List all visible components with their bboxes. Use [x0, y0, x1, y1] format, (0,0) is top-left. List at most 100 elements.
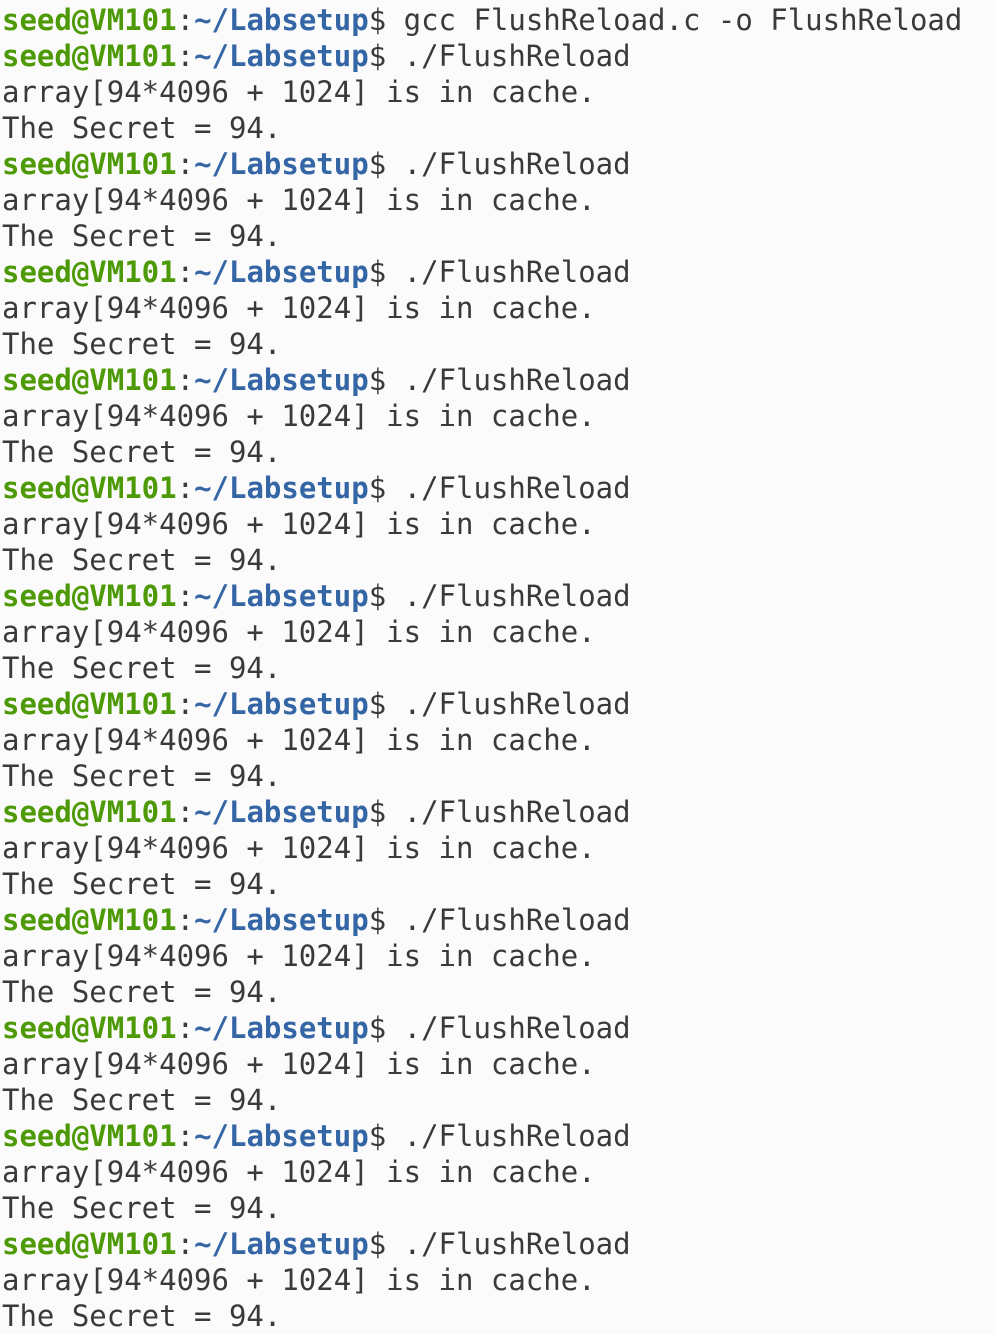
prompt-user-host: seed@VM101 — [2, 471, 177, 505]
output-text: array[94*4096 + 1024] is in cache. — [2, 939, 596, 973]
prompt-symbol: $ — [368, 903, 387, 937]
output-line: The Secret = 94. — [2, 110, 996, 146]
prompt-line: seed@VM101:~/Labsetup$ ./FlushReload — [2, 1118, 996, 1154]
prompt-user-host: seed@VM101 — [2, 147, 177, 181]
prompt-symbol: $ — [368, 687, 387, 721]
command-text: ./FlushReload — [386, 687, 631, 721]
prompt-cwd: ~/Labsetup — [194, 39, 369, 73]
prompt-line: seed@VM101:~/Labsetup$ ./FlushReload — [2, 254, 996, 290]
output-line: array[94*4096 + 1024] is in cache. — [2, 1046, 996, 1082]
output-line: The Secret = 94. — [2, 650, 996, 686]
prompt-line: seed@VM101:~/Labsetup$ ./FlushReload — [2, 362, 996, 398]
output-line: array[94*4096 + 1024] is in cache. — [2, 182, 996, 218]
output-text: array[94*4096 + 1024] is in cache. — [2, 1263, 596, 1297]
prompt-separator: : — [176, 579, 195, 613]
output-line: array[94*4096 + 1024] is in cache. — [2, 614, 996, 650]
prompt-user-host: seed@VM101 — [2, 39, 177, 73]
output-line: array[94*4096 + 1024] is in cache. — [2, 290, 996, 326]
output-line: The Secret = 94. — [2, 974, 996, 1010]
prompt-symbol: $ — [368, 147, 387, 181]
prompt-symbol: $ — [368, 1227, 387, 1261]
prompt-separator: : — [176, 1227, 195, 1261]
output-text: array[94*4096 + 1024] is in cache. — [2, 183, 596, 217]
output-text: array[94*4096 + 1024] is in cache. — [2, 1047, 596, 1081]
terminal-output[interactable]: seed@VM101:~/Labsetup$ gcc FlushReload.c… — [0, 0, 996, 1334]
prompt-user-host: seed@VM101 — [2, 687, 177, 721]
output-text: array[94*4096 + 1024] is in cache. — [2, 831, 596, 865]
output-line: The Secret = 94. — [2, 1190, 996, 1226]
prompt-symbol: $ — [368, 1011, 387, 1045]
prompt-separator: : — [176, 255, 195, 289]
prompt-separator: : — [176, 903, 195, 937]
output-line: array[94*4096 + 1024] is in cache. — [2, 722, 996, 758]
output-text: array[94*4096 + 1024] is in cache. — [2, 1155, 596, 1189]
prompt-cwd: ~/Labsetup — [194, 3, 369, 37]
output-line: The Secret = 94. — [2, 866, 996, 902]
output-line: array[94*4096 + 1024] is in cache. — [2, 1262, 996, 1298]
prompt-separator: : — [176, 363, 195, 397]
output-text: array[94*4096 + 1024] is in cache. — [2, 615, 596, 649]
prompt-user-host: seed@VM101 — [2, 1011, 177, 1045]
prompt-symbol: $ — [368, 471, 387, 505]
prompt-user-host: seed@VM101 — [2, 255, 177, 289]
prompt-separator: : — [176, 39, 195, 73]
command-text: ./FlushReload — [386, 255, 631, 289]
output-line: The Secret = 94. — [2, 434, 996, 470]
prompt-cwd: ~/Labsetup — [194, 1119, 369, 1153]
output-text: The Secret = 94. — [2, 111, 282, 145]
output-text: The Secret = 94. — [2, 759, 282, 793]
prompt-cwd: ~/Labsetup — [194, 1011, 369, 1045]
prompt-line: seed@VM101:~/Labsetup$ ./FlushReload — [2, 686, 996, 722]
output-text: The Secret = 94. — [2, 651, 282, 685]
prompt-separator: : — [176, 471, 195, 505]
prompt-line: seed@VM101:~/Labsetup$ ./FlushReload — [2, 578, 996, 614]
output-line: The Secret = 94. — [2, 758, 996, 794]
output-text: The Secret = 94. — [2, 1191, 282, 1225]
prompt-line: seed@VM101:~/Labsetup$ ./FlushReload — [2, 1010, 996, 1046]
prompt-symbol: $ — [368, 39, 387, 73]
prompt-separator: : — [176, 1119, 195, 1153]
prompt-user-host: seed@VM101 — [2, 363, 177, 397]
prompt-separator: : — [176, 795, 195, 829]
prompt-separator: : — [176, 1011, 195, 1045]
command-text: ./FlushReload — [386, 903, 631, 937]
output-line: The Secret = 94. — [2, 542, 996, 578]
output-text: array[94*4096 + 1024] is in cache. — [2, 723, 596, 757]
prompt-cwd: ~/Labsetup — [194, 147, 369, 181]
output-text: The Secret = 94. — [2, 1083, 282, 1117]
command-text: ./FlushReload — [386, 147, 631, 181]
prompt-line: seed@VM101:~/Labsetup$ ./FlushReload — [2, 470, 996, 506]
prompt-symbol: $ — [368, 1119, 387, 1153]
command-text: ./FlushReload — [386, 39, 631, 73]
prompt-cwd: ~/Labsetup — [194, 795, 369, 829]
output-line: The Secret = 94. — [2, 218, 996, 254]
output-text: array[94*4096 + 1024] is in cache. — [2, 75, 596, 109]
output-text: The Secret = 94. — [2, 1299, 282, 1333]
command-text: gcc FlushReload.c -o FlushReload — [386, 3, 963, 37]
prompt-line: seed@VM101:~/Labsetup$ ./FlushReload — [2, 146, 996, 182]
output-text: The Secret = 94. — [2, 867, 282, 901]
prompt-cwd: ~/Labsetup — [194, 903, 369, 937]
command-text: ./FlushReload — [386, 1227, 631, 1261]
command-text: ./FlushReload — [386, 1011, 631, 1045]
output-line: array[94*4096 + 1024] is in cache. — [2, 398, 996, 434]
prompt-separator: : — [176, 3, 195, 37]
prompt-line: seed@VM101:~/Labsetup$ ./FlushReload — [2, 794, 996, 830]
prompt-cwd: ~/Labsetup — [194, 255, 369, 289]
prompt-symbol: $ — [368, 255, 387, 289]
output-text: array[94*4096 + 1024] is in cache. — [2, 399, 596, 433]
prompt-cwd: ~/Labsetup — [194, 579, 369, 613]
prompt-user-host: seed@VM101 — [2, 903, 177, 937]
command-text: ./FlushReload — [386, 363, 631, 397]
prompt-line: seed@VM101:~/Labsetup$ ./FlushReload — [2, 1226, 996, 1262]
output-line: The Secret = 94. — [2, 1082, 996, 1118]
output-line: The Secret = 94. — [2, 326, 996, 362]
prompt-user-host: seed@VM101 — [2, 3, 177, 37]
prompt-separator: : — [176, 147, 195, 181]
output-line: array[94*4096 + 1024] is in cache. — [2, 830, 996, 866]
output-text: The Secret = 94. — [2, 975, 282, 1009]
output-line: array[94*4096 + 1024] is in cache. — [2, 938, 996, 974]
output-text: array[94*4096 + 1024] is in cache. — [2, 291, 596, 325]
prompt-cwd: ~/Labsetup — [194, 471, 369, 505]
prompt-user-host: seed@VM101 — [2, 795, 177, 829]
